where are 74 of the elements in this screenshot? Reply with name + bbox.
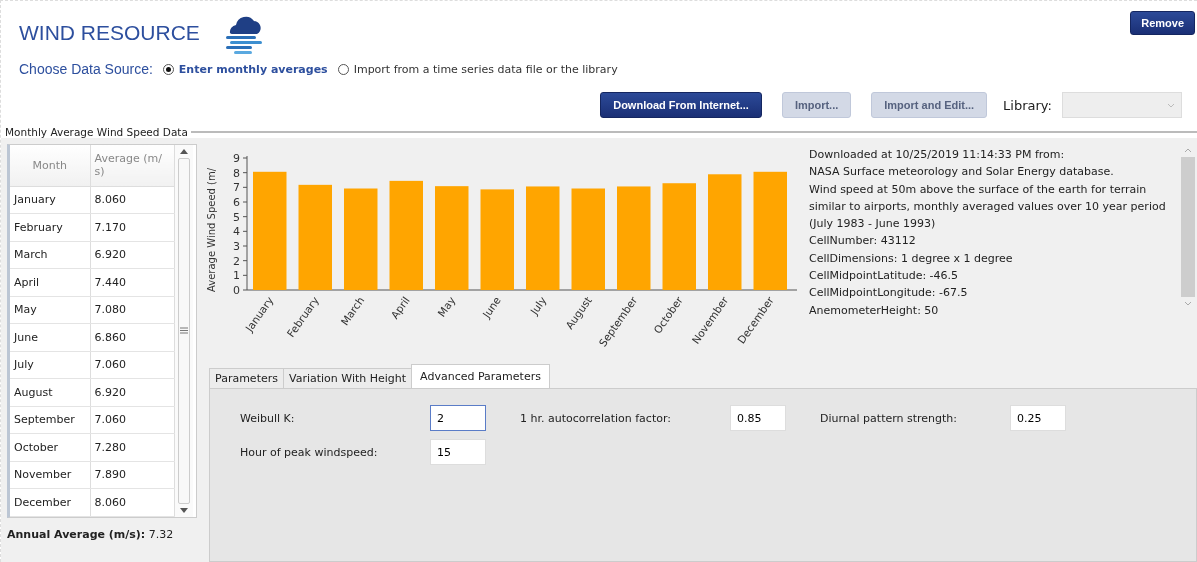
- table-cell[interactable]: February: [10, 213, 90, 241]
- table-cell[interactable]: April: [10, 268, 90, 296]
- group-title: Monthly Average Wind Speed Data: [5, 126, 188, 138]
- table-cell[interactable]: September: [10, 406, 90, 434]
- table-cell[interactable]: 7.280: [90, 433, 175, 461]
- table-cell[interactable]: 7.890: [90, 461, 175, 489]
- grip-icon: [180, 327, 188, 335]
- y-tick-label: 2: [233, 254, 240, 268]
- table-cell[interactable]: August: [10, 378, 90, 406]
- scroll-up-icon[interactable]: [180, 149, 188, 154]
- table-cell[interactable]: June: [10, 323, 90, 351]
- input-field[interactable]: 0.25: [1010, 405, 1066, 431]
- table-cell[interactable]: July: [10, 351, 90, 379]
- scrollbar-thumb[interactable]: [1181, 157, 1195, 297]
- table-cell[interactable]: 6.920: [90, 241, 175, 269]
- info-text: CellDimensions: 1 degree x 1 degree: [809, 250, 1014, 267]
- info-text: Downloaded at 10/25/2019 11:14:33 PM from:: [809, 147, 1066, 163]
- input-field[interactable]: 2: [430, 405, 486, 431]
- page-title: WIND RESOURCE: [19, 21, 200, 45]
- field-label: 1 hr. autocorrelation factor:: [520, 411, 672, 425]
- table-cell[interactable]: 6.920: [90, 378, 175, 406]
- y-tick-label: 8: [233, 166, 240, 180]
- library-label: Library:: [1003, 97, 1052, 113]
- y-tick-label: 9: [233, 152, 240, 165]
- radio-button[interactable]: [337, 63, 349, 75]
- radio-label[interactable]: Import from a time series data file or the library: [353, 62, 618, 76]
- y-axis-label: Average Wind Speed (m/: [206, 167, 217, 292]
- table-cell[interactable]: 7.060: [90, 351, 175, 379]
- remove-button[interactable]: Remove: [1130, 11, 1195, 35]
- data-source-label: Choose Data Source:: [19, 61, 153, 77]
- library-dropdown[interactable]: [1062, 92, 1182, 118]
- table-cell[interactable]: 6.860: [90, 323, 175, 351]
- input-field[interactable]: 0.85: [730, 405, 786, 431]
- table-cell[interactable]: May: [10, 296, 90, 324]
- table-cell[interactable]: 8.060: [90, 488, 175, 516]
- table-cell[interactable]: October: [10, 433, 90, 461]
- y-tick-label: 4: [233, 225, 240, 239]
- y-tick-label: 3: [233, 240, 240, 253]
- y-tick-label: 0: [233, 284, 240, 297]
- column-header[interactable]: Average (m/ s): [90, 145, 175, 186]
- annual-average-label: Annual Average (m/s):: [7, 527, 146, 541]
- radio-button[interactable]: [162, 63, 174, 75]
- table-cell[interactable]: 7.440: [90, 268, 175, 296]
- info-text: CellNumber: 43112: [809, 233, 917, 250]
- info-text: CellMidpointLongitude: -67.5: [809, 285, 969, 302]
- table-cell[interactable]: December: [10, 488, 90, 516]
- y-tick-label: 7: [233, 181, 240, 195]
- table-cell[interactable]: 8.060: [90, 186, 175, 214]
- field-label: Hour of peak windspeed:: [240, 445, 379, 459]
- info-text: NASA Surface meteorology and Solar Energy database.: [809, 164, 1115, 181]
- chevron-down-icon: [1167, 102, 1175, 108]
- table-cell[interactable]: January: [10, 186, 90, 214]
- y-tick-label: 5: [233, 210, 240, 224]
- table-cell[interactable]: 7.170: [90, 213, 175, 241]
- table-cell[interactable]: March: [10, 241, 90, 269]
- scrollbar-track[interactable]: [178, 158, 190, 504]
- input-field[interactable]: 15: [430, 439, 486, 465]
- tab[interactable]: Variation With Height: [282, 368, 413, 388]
- y-tick-label: 6: [233, 196, 240, 209]
- info-text: AnemometerHeight: 50: [809, 302, 940, 319]
- tab[interactable]: Advanced Parameters: [411, 364, 550, 388]
- table-cell[interactable]: 7.060: [90, 406, 175, 434]
- field-label: Weibull K:: [240, 411, 296, 425]
- annual-average-value: 7.32: [148, 527, 174, 541]
- y-tick-label: 1: [233, 269, 240, 283]
- table-cell[interactable]: 7.080: [90, 296, 175, 324]
- info-text: Wind speed at 50m above the surface of the earth for terrain similar to airports, monthly averaged values over 10 year period (July 1983 - June 1993): [809, 181, 1167, 233]
- tab[interactable]: Parameters: [209, 368, 284, 388]
- toolbar-button[interactable]: Download From Internet...: [600, 92, 762, 118]
- field-label: Diurnal pattern strength:: [820, 411, 959, 425]
- table-cell[interactable]: November: [10, 461, 90, 489]
- scroll-down-icon[interactable]: [180, 507, 188, 513]
- radio-label[interactable]: Enter monthly averages: [178, 62, 328, 76]
- info-text: CellMidpointLatitude: -46.5: [809, 268, 960, 285]
